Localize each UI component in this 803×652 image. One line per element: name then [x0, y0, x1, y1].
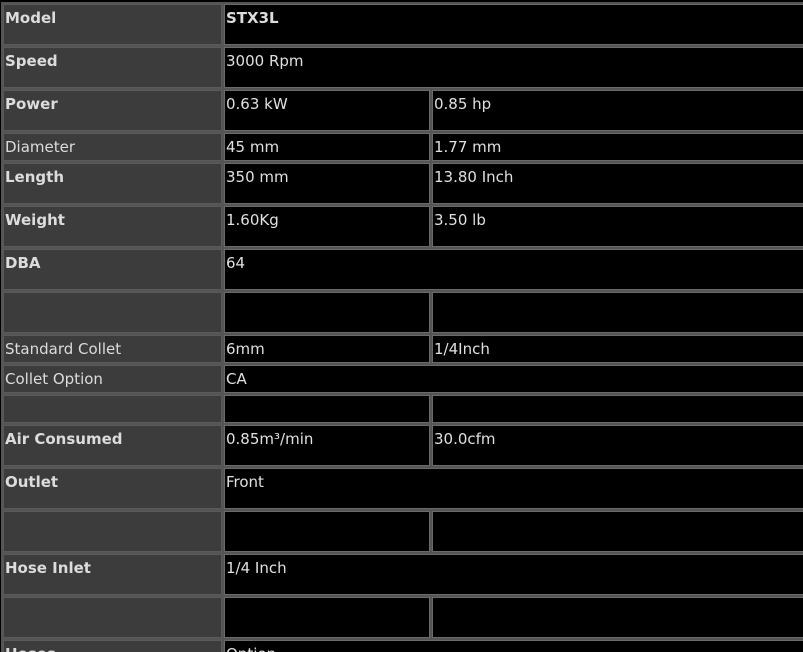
spec-label: Air Consumed: [5, 430, 123, 448]
spec-label-cell: Collet Option: [3, 365, 222, 393]
spec-value: 1.77 mm: [434, 138, 502, 156]
spec-label: Hose Inlet: [5, 559, 91, 577]
spec-value-cell: STX3L: [224, 4, 803, 45]
spec-label-cell: Speed: [3, 47, 222, 88]
spec-value-cell: [432, 511, 803, 552]
spec-label: Diameter: [5, 138, 76, 156]
spec-value-cell: Front: [224, 468, 803, 509]
spec-row: Outlet Front: [3, 468, 803, 509]
spec-value: 1/4 Inch: [226, 559, 287, 577]
spec-row: Hoses Option: [3, 640, 803, 652]
spec-label-cell: DBA: [3, 249, 222, 290]
spec-value: 0.85m³/min: [226, 430, 314, 448]
spec-value-cell: 3.50 lb: [432, 206, 803, 247]
spec-value: 1/4Inch: [434, 340, 490, 358]
spec-value-cell: 6mm: [224, 335, 430, 363]
spec-row: Hose Inlet 1/4 Inch: [3, 554, 803, 595]
spec-value: 3.50 lb: [434, 211, 486, 229]
spec-value-cell: 64: [224, 249, 803, 290]
spec-table-body: Model STX3L Speed 3000 Rpm Power 0.63 kW 0.85 …: [3, 4, 803, 652]
spec-value-cell: [432, 395, 803, 423]
spec-value: Front: [226, 473, 264, 491]
spec-value-cell: 1/4Inch: [432, 335, 803, 363]
spec-value-cell: 1.77 mm: [432, 133, 803, 161]
spec-label: Power: [5, 95, 58, 113]
spec-row: Standard Collet 6mm 1/4Inch: [3, 335, 803, 363]
spec-value-cell: [432, 292, 803, 333]
spec-label: Standard Collet: [5, 340, 122, 358]
spec-value: 3000 Rpm: [226, 52, 304, 70]
spec-row: [3, 511, 803, 552]
spec-label: Model: [5, 9, 57, 27]
spec-label-cell: [3, 597, 222, 638]
spec-value-cell: 13.80 Inch: [432, 163, 803, 204]
spec-label: Weight: [5, 211, 65, 229]
spec-label: Collet Option: [5, 370, 103, 388]
spec-label: Speed: [5, 52, 58, 70]
spec-value-cell: 45 mm: [224, 133, 430, 161]
spec-row: Air Consumed 0.85m³/min 30.0cfm: [3, 425, 803, 466]
spec-row: Length 350 mm 13.80 Inch: [3, 163, 803, 204]
spec-label: Length: [5, 168, 64, 186]
spec-value: 0.85 hp: [434, 95, 492, 113]
spec-label-cell: Diameter: [3, 133, 222, 161]
spec-value-cell: CA: [224, 365, 803, 393]
spec-label-cell: [3, 395, 222, 423]
spec-label: Outlet: [5, 473, 59, 491]
spec-label-cell: [3, 511, 222, 552]
spec-value-cell: 3000 Rpm: [224, 47, 803, 88]
spec-label-cell: Weight: [3, 206, 222, 247]
spec-row: [3, 395, 803, 423]
spec-value-cell: 30.0cfm: [432, 425, 803, 466]
spec-row: Diameter 45 mm 1.77 mm: [3, 133, 803, 161]
spec-value: 0.63 kW: [226, 95, 288, 113]
spec-value: 64: [226, 254, 246, 272]
spec-label-cell: Length: [3, 163, 222, 204]
spec-value-cell: 1/4 Inch: [224, 554, 803, 595]
spec-value-cell: 1.60Kg: [224, 206, 430, 247]
spec-row: Weight 1.60Kg 3.50 lb: [3, 206, 803, 247]
spec-row: [3, 292, 803, 333]
spec-value-cell: Option: [224, 640, 803, 652]
spec-value: STX3L: [226, 9, 279, 27]
spec-label-cell: Hose Inlet: [3, 554, 222, 595]
spec-value-cell: 0.63 kW: [224, 90, 430, 131]
spec-value-cell: [224, 292, 430, 333]
spec-value-cell: 350 mm: [224, 163, 430, 204]
spec-value: Option: [226, 645, 276, 652]
spec-value: 30.0cfm: [434, 430, 496, 448]
spec-label: DBA: [5, 254, 41, 272]
spec-row: Model STX3L: [3, 4, 803, 45]
spec-value: 6mm: [226, 340, 265, 358]
spec-label-cell: Air Consumed: [3, 425, 222, 466]
spec-value: CA: [226, 370, 247, 388]
spec-label: Hoses: [5, 645, 56, 652]
spec-label-cell: Standard Collet: [3, 335, 222, 363]
spec-value: 1.60Kg: [226, 211, 279, 229]
spec-row: [3, 597, 803, 638]
spec-label-cell: Hoses: [3, 640, 222, 652]
spec-value-cell: [224, 511, 430, 552]
spec-value-cell: 0.85m³/min: [224, 425, 430, 466]
spec-row: Speed 3000 Rpm: [3, 47, 803, 88]
spec-label-cell: Outlet: [3, 468, 222, 509]
spec-label-cell: Power: [3, 90, 222, 131]
spec-value-cell: [224, 395, 430, 423]
spec-label-cell: Model: [3, 4, 222, 45]
spec-row: Power 0.63 kW 0.85 hp: [3, 90, 803, 131]
spec-value: 45 mm: [226, 138, 280, 156]
spec-value-cell: [432, 597, 803, 638]
spec-value: 350 mm: [226, 168, 289, 186]
spec-row: Collet Option CA: [3, 365, 803, 393]
spec-value-cell: [224, 597, 430, 638]
spec-value: 13.80 Inch: [434, 168, 514, 186]
spec-value-cell: 0.85 hp: [432, 90, 803, 131]
spec-table: Model STX3L Speed 3000 Rpm Power 0.63 kW 0.85 …: [1, 2, 803, 652]
spec-row: DBA 64: [3, 249, 803, 290]
spec-label-cell: [3, 292, 222, 333]
